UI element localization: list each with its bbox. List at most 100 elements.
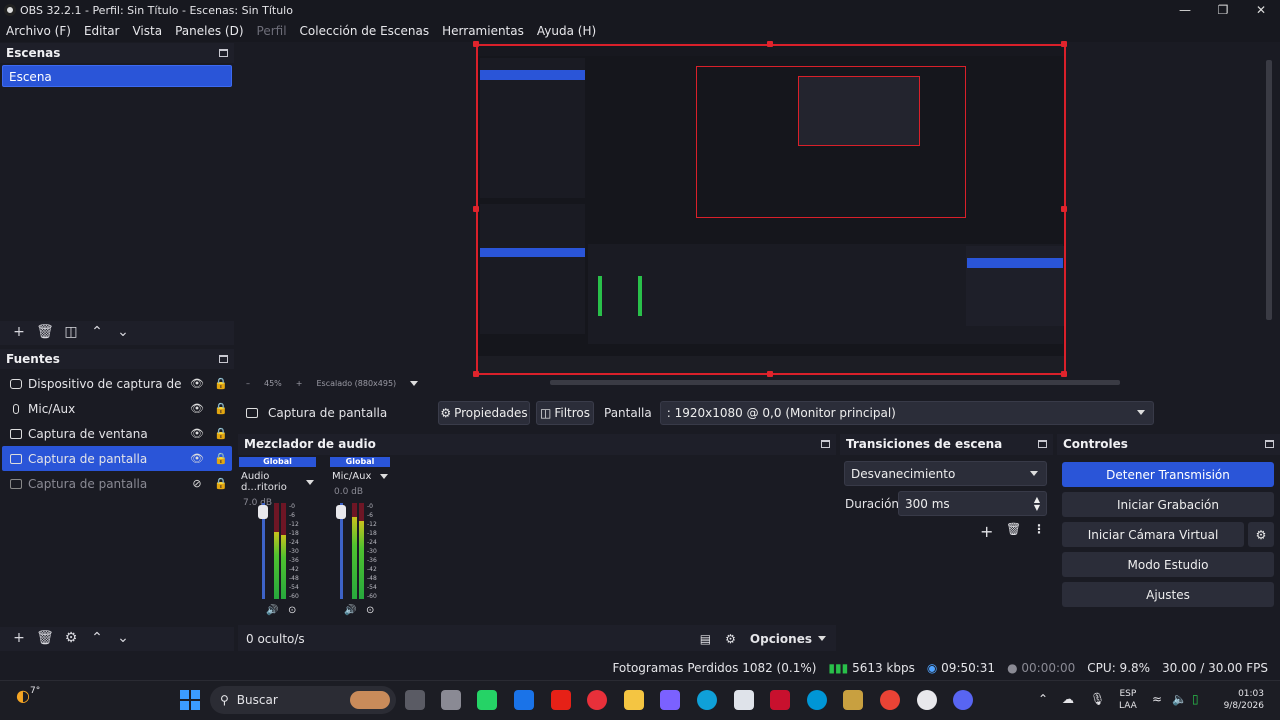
horizontal-scrollbar[interactable]: [550, 380, 1120, 385]
scene-filters-button[interactable]: ◫: [58, 324, 84, 340]
undock-icon[interactable]: [219, 355, 228, 363]
menu-coleccion-escenas[interactable]: Colección de Escenas: [300, 24, 430, 38]
visibility-eye-icon[interactable]: 👁: [184, 402, 210, 415]
remove-transition-button[interactable]: 🗑: [1006, 522, 1021, 536]
undock-icon[interactable]: [821, 440, 830, 448]
move-down-button[interactable]: ⌄: [110, 324, 136, 340]
preview-canvas[interactable]: [476, 44, 1066, 375]
discord-icon[interactable]: [953, 690, 973, 710]
properties-button[interactable]: ⚙ Propiedades: [438, 400, 530, 425]
hidden-eye-icon[interactable]: ⊘: [184, 477, 210, 490]
undock-icon[interactable]: [219, 49, 228, 57]
undock-icon[interactable]: [1038, 440, 1047, 448]
visibility-eye-icon[interactable]: 👁: [184, 377, 210, 390]
add-transition-button[interactable]: +: [980, 522, 993, 541]
studio-mode-button[interactable]: Modo Estudio: [1062, 552, 1274, 577]
menu-herramientas[interactable]: Herramientas: [442, 24, 524, 38]
scale-dropdown-icon[interactable]: [410, 380, 419, 386]
stop-streaming-button[interactable]: Detener Transmisión: [1062, 462, 1274, 487]
options-button[interactable]: Opciones: [750, 632, 826, 646]
move-up-button[interactable]: ⌃: [84, 630, 110, 646]
edge-icon[interactable]: [697, 690, 717, 710]
obs-taskbar-icon[interactable]: [917, 690, 937, 710]
add-scene-button[interactable]: +: [6, 324, 32, 340]
mute-speaker-icon[interactable]: 🔊: [344, 605, 356, 616]
source-item-selected[interactable]: Captura de pantalla 👁 🔒: [2, 446, 232, 471]
security-icon[interactable]: [770, 690, 790, 710]
store-icon[interactable]: [734, 690, 754, 710]
vertical-scrollbar[interactable]: [1266, 60, 1272, 320]
monitor-headphone-icon[interactable]: ⊙: [366, 605, 374, 616]
layout-icon[interactable]: ▤: [700, 632, 711, 646]
app-icon[interactable]: [441, 690, 461, 710]
settings-button[interactable]: Ajustes: [1062, 582, 1274, 607]
channel-name-row[interactable]: Audio d...ritorio: [239, 471, 316, 493]
source-item[interactable]: Captura de ventana 👁 🔒: [2, 421, 232, 446]
tray-chevron-icon[interactable]: ⌃: [1038, 692, 1048, 706]
add-source-button[interactable]: +: [6, 630, 32, 646]
mute-speaker-icon[interactable]: 🔊: [266, 605, 278, 616]
resize-handle[interactable]: [1061, 206, 1067, 212]
display-select[interactable]: : 1920x1080 @ 0,0 (Monitor principal): [659, 400, 1154, 425]
remove-source-button[interactable]: 🗑: [32, 630, 58, 646]
taskbar-search[interactable]: ⚲ Buscar: [210, 686, 396, 714]
zoom-out-button[interactable]: –: [246, 379, 250, 388]
lock-icon[interactable]: 🔒: [210, 452, 232, 465]
spin-arrows-icon[interactable]: ▲ ▼: [1034, 495, 1040, 512]
resize-handle[interactable]: [767, 41, 773, 47]
filters-button[interactable]: ◫ Filtros: [536, 400, 594, 425]
monitor-headphone-icon[interactable]: ⊙: [288, 605, 296, 616]
language-indicator[interactable]: ESP LAA: [1119, 688, 1137, 712]
visibility-eye-icon[interactable]: 👁: [184, 452, 210, 465]
mic-tray-icon[interactable]: 🎙: [1090, 692, 1105, 706]
undock-icon[interactable]: [1265, 440, 1274, 448]
lock-icon[interactable]: 🔒: [210, 427, 232, 440]
volume-slider-handle[interactable]: [258, 505, 268, 519]
wifi-icon[interactable]: ≈: [1152, 692, 1162, 706]
menu-vista[interactable]: Vista: [132, 24, 162, 38]
battery-icon[interactable]: ▯: [1192, 692, 1199, 706]
move-down-button[interactable]: ⌄: [110, 630, 136, 646]
menu-paneles[interactable]: Paneles (D): [175, 24, 243, 38]
menu-ayuda[interactable]: Ayuda (H): [537, 24, 596, 38]
whatsapp-icon[interactable]: [477, 690, 497, 710]
weather-widget[interactable]: ◐ 7°: [16, 686, 40, 705]
zoom-in-button[interactable]: +: [296, 379, 303, 388]
visibility-eye-icon[interactable]: 👁: [184, 427, 210, 440]
cloud-icon[interactable]: ☁: [1062, 692, 1074, 706]
resize-handle[interactable]: [473, 206, 479, 212]
remove-scene-button[interactable]: 🗑: [32, 324, 58, 340]
copilot-icon[interactable]: [660, 690, 680, 710]
start-virtual-camera-button[interactable]: Iniciar Cámara Virtual: [1062, 522, 1244, 547]
volume-slider-handle[interactable]: [336, 505, 346, 519]
clock[interactable]: 01:03 9/8/2026: [1218, 688, 1264, 712]
source-settings-gear-icon[interactable]: ⚙: [58, 630, 84, 646]
resize-handle[interactable]: [1061, 371, 1067, 377]
resize-handle[interactable]: [1061, 41, 1067, 47]
close-button[interactable]: ✕: [1242, 0, 1280, 20]
advanced-audio-gear-icon[interactable]: ⚙: [725, 632, 736, 646]
resize-handle[interactable]: [473, 41, 479, 47]
source-item[interactable]: Captura de pantalla ⊘ 🔒: [2, 471, 232, 496]
start-button[interactable]: [180, 690, 200, 710]
source-item[interactable]: Dispositivo de captura de video 👁 🔒: [2, 371, 232, 396]
virtual-camera-gear-icon[interactable]: ⚙: [1248, 522, 1274, 547]
task-view-icon[interactable]: [405, 690, 425, 710]
lock-icon[interactable]: 🔒: [210, 477, 232, 490]
mail-icon[interactable]: [514, 690, 534, 710]
lock-icon[interactable]: 🔒: [210, 377, 232, 390]
music-icon[interactable]: [587, 690, 607, 710]
file-explorer-icon[interactable]: [624, 690, 644, 710]
minimize-button[interactable]: —: [1166, 0, 1204, 20]
chrome-icon[interactable]: [880, 690, 900, 710]
volume-icon[interactable]: 🔈: [1172, 692, 1187, 706]
youtube-icon[interactable]: [551, 690, 571, 710]
game-icon[interactable]: [843, 690, 863, 710]
source-item[interactable]: Mic/Aux 👁 🔒: [2, 396, 232, 421]
menu-archivo[interactable]: Archivo (F): [6, 24, 71, 38]
transition-select[interactable]: Desvanecimiento: [844, 461, 1047, 486]
hp-icon[interactable]: [807, 690, 827, 710]
scene-item[interactable]: Escena: [2, 65, 232, 87]
move-up-button[interactable]: ⌃: [84, 324, 110, 340]
maximize-button[interactable]: ❐: [1204, 0, 1242, 20]
